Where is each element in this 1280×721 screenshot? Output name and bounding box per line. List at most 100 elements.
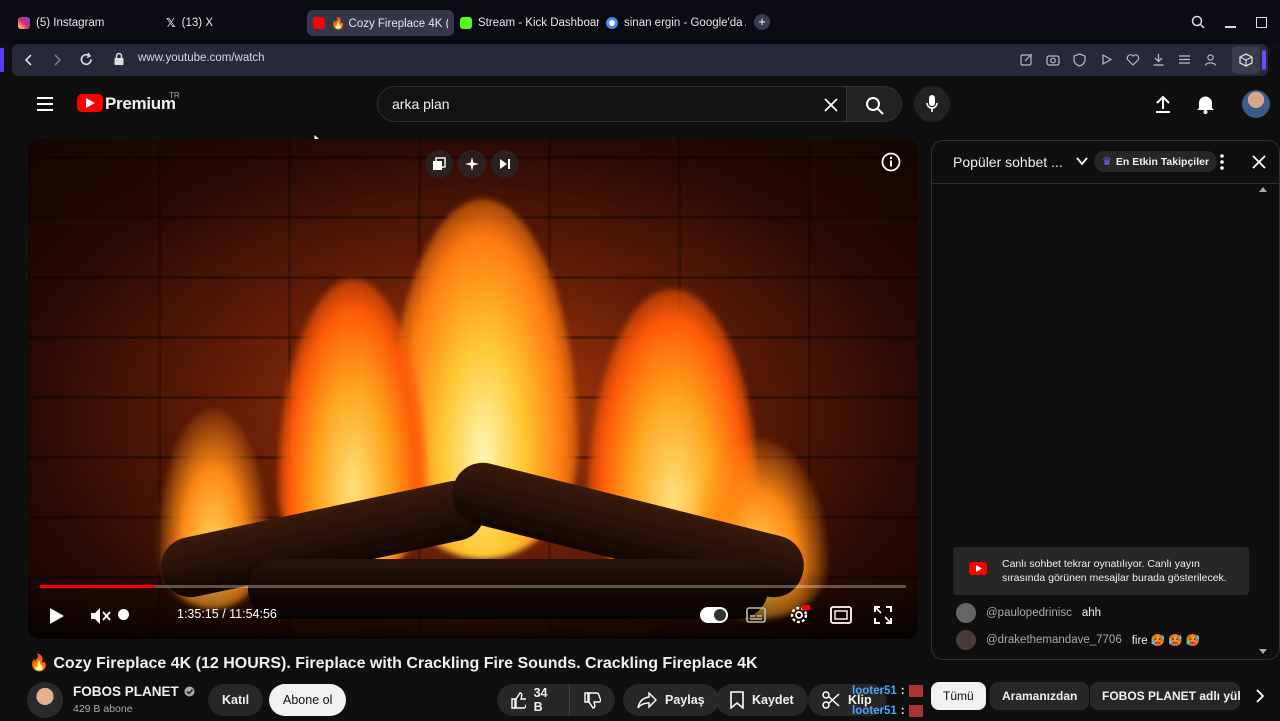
replay-notice: Canlı sohbet tekrar oynatılıyor. Canlı y… bbox=[953, 547, 1249, 595]
youtube-icon bbox=[313, 17, 325, 29]
settings-gear-icon[interactable] bbox=[788, 604, 810, 626]
chip-all[interactable]: Tümü bbox=[931, 682, 986, 710]
instagram-icon bbox=[18, 17, 30, 29]
extension-button[interactable] bbox=[1232, 46, 1260, 74]
reload-icon[interactable] bbox=[79, 52, 94, 67]
channel-name[interactable]: FOBOS PLANET bbox=[73, 684, 179, 699]
emote-icon bbox=[908, 705, 923, 717]
chip-from-search[interactable]: Aramanızdan bbox=[990, 682, 1090, 710]
search-box[interactable]: arka plan bbox=[377, 86, 847, 122]
maximize-icon[interactable] bbox=[1256, 17, 1267, 28]
search-input[interactable]: arka plan bbox=[392, 96, 450, 112]
dislike-button[interactable] bbox=[569, 684, 615, 716]
search-tabs-icon[interactable] bbox=[1191, 15, 1205, 29]
share-button[interactable]: Paylaş bbox=[623, 684, 719, 716]
tab-google[interactable]: sinan ergin - Google'da Ar bbox=[600, 10, 746, 36]
more-options-icon[interactable] bbox=[1220, 154, 1224, 170]
overlay-sep: : bbox=[900, 685, 905, 697]
menu-lines-icon[interactable] bbox=[1178, 53, 1191, 66]
download-icon[interactable] bbox=[1152, 53, 1165, 66]
skip-button[interactable] bbox=[491, 150, 519, 178]
copy-icon bbox=[433, 157, 446, 170]
camera-icon[interactable] bbox=[1046, 53, 1060, 66]
video-player[interactable]: 1:35:15 / 11:54:56 bbox=[28, 139, 918, 639]
subscribe-button[interactable]: Abone ol bbox=[269, 684, 347, 716]
play-icon[interactable] bbox=[1100, 53, 1113, 66]
upload-icon[interactable] bbox=[1154, 94, 1172, 114]
info-icon[interactable] bbox=[881, 152, 901, 172]
tab-youtube[interactable]: 🔥 Cozy Fireplace 4K (12 H bbox=[307, 10, 454, 36]
autoplay-toggle-knob bbox=[714, 609, 726, 621]
play-button-icon[interactable] bbox=[49, 607, 65, 625]
forward-icon[interactable] bbox=[50, 53, 64, 67]
chevron-down-icon[interactable] bbox=[1076, 156, 1088, 166]
overlay-message: looter51 : bbox=[852, 701, 923, 721]
tab-label: 🔥 Cozy Fireplace 4K (12 H bbox=[331, 18, 448, 30]
total-time: 11:54:56 bbox=[229, 607, 277, 621]
stream-overlay-chat: looter51 : looter51 : bbox=[852, 681, 923, 721]
progress-track[interactable] bbox=[40, 585, 906, 588]
chevron-right-icon[interactable] bbox=[1255, 689, 1265, 703]
back-icon[interactable] bbox=[22, 53, 36, 67]
clear-search-icon[interactable] bbox=[824, 98, 838, 112]
url-field[interactable]: www.youtube.com/watch bbox=[138, 52, 265, 64]
profile-icon[interactable] bbox=[1204, 53, 1217, 66]
minimize-icon[interactable] bbox=[1225, 26, 1236, 28]
miniplayer-button[interactable] bbox=[425, 150, 453, 178]
like-count: 34 B bbox=[533, 686, 548, 714]
subscriber-count: 429 B abone bbox=[73, 703, 133, 715]
volume-slider-knob[interactable] bbox=[118, 609, 129, 620]
replay-notice-text: Canlı sohbet tekrar oynatılıyor. Canlı y… bbox=[1002, 558, 1227, 584]
progress-fill bbox=[40, 585, 156, 588]
time-separator: / bbox=[218, 607, 230, 621]
close-chat-icon[interactable] bbox=[1252, 155, 1266, 169]
chat-author[interactable]: @drakethemandave_7706 bbox=[986, 634, 1122, 646]
search-icon bbox=[866, 97, 884, 115]
scroll-down-icon[interactable] bbox=[1259, 649, 1267, 655]
new-tab-icon[interactable]: + bbox=[754, 14, 770, 30]
fullscreen-icon[interactable] bbox=[874, 606, 892, 624]
ai-button[interactable] bbox=[458, 150, 486, 178]
avatar bbox=[956, 630, 976, 650]
heart-icon[interactable] bbox=[1126, 53, 1140, 66]
muted-volume-icon[interactable] bbox=[90, 606, 112, 626]
play-triangle-icon bbox=[86, 98, 95, 108]
user-avatar[interactable] bbox=[1242, 90, 1270, 118]
scroll-up-icon[interactable] bbox=[1259, 186, 1267, 192]
chip-channel-uploads[interactable]: FOBOS PLANET adlı yük bbox=[1090, 682, 1240, 710]
lock-icon[interactable] bbox=[113, 52, 125, 66]
like-button[interactable]: 34 B bbox=[497, 684, 569, 716]
tab-label: (5) Instagram bbox=[36, 17, 105, 29]
notifications-icon[interactable] bbox=[1196, 94, 1215, 114]
chip-label: Tümü bbox=[943, 689, 974, 703]
top-supporters-label: En Etkin Takipçiler bbox=[1115, 155, 1210, 168]
autoplay-toggle[interactable] bbox=[700, 607, 728, 623]
edit-icon[interactable] bbox=[1020, 53, 1033, 66]
shield-icon[interactable] bbox=[1073, 53, 1086, 67]
voice-search-button[interactable] bbox=[914, 86, 950, 122]
top-supporters-button[interactable]: ♛ En Etkin Takipçiler bbox=[1094, 151, 1218, 172]
hamburger-menu-icon[interactable] bbox=[36, 96, 54, 112]
chat-author[interactable]: @paulopedrinisc bbox=[986, 607, 1072, 619]
youtube-logo-icon[interactable] bbox=[77, 94, 103, 112]
tab-x[interactable]: 𝕏 (13) X bbox=[160, 10, 305, 36]
theater-mode-icon[interactable] bbox=[830, 606, 852, 624]
channel-name-row: FOBOS PLANET bbox=[73, 684, 195, 699]
google-icon bbox=[606, 17, 618, 29]
chat-mode-title[interactable]: Popüler sohbet ... bbox=[953, 154, 1063, 170]
emote-icon bbox=[908, 685, 923, 697]
tab-kick[interactable]: Stream - Kick Dashboard bbox=[454, 10, 599, 36]
save-button[interactable]: Kaydet bbox=[716, 684, 808, 716]
left-accent-bar bbox=[0, 48, 4, 72]
subtitles-icon[interactable] bbox=[746, 606, 766, 624]
video-title: 🔥 Cozy Fireplace 4K (12 HOURS). Fireplac… bbox=[29, 655, 758, 672]
youtube-premium-logo[interactable]: Premium bbox=[105, 94, 176, 114]
x-icon: 𝕏 bbox=[166, 16, 176, 30]
join-button[interactable]: Katıl bbox=[208, 684, 264, 716]
overlay-user: looter51 bbox=[852, 705, 897, 717]
microphone-icon bbox=[926, 95, 938, 112]
channel-avatar[interactable] bbox=[27, 682, 63, 718]
tab-instagram[interactable]: (5) Instagram bbox=[12, 10, 157, 36]
save-label: Kaydet bbox=[752, 693, 794, 707]
search-button[interactable] bbox=[846, 86, 902, 122]
